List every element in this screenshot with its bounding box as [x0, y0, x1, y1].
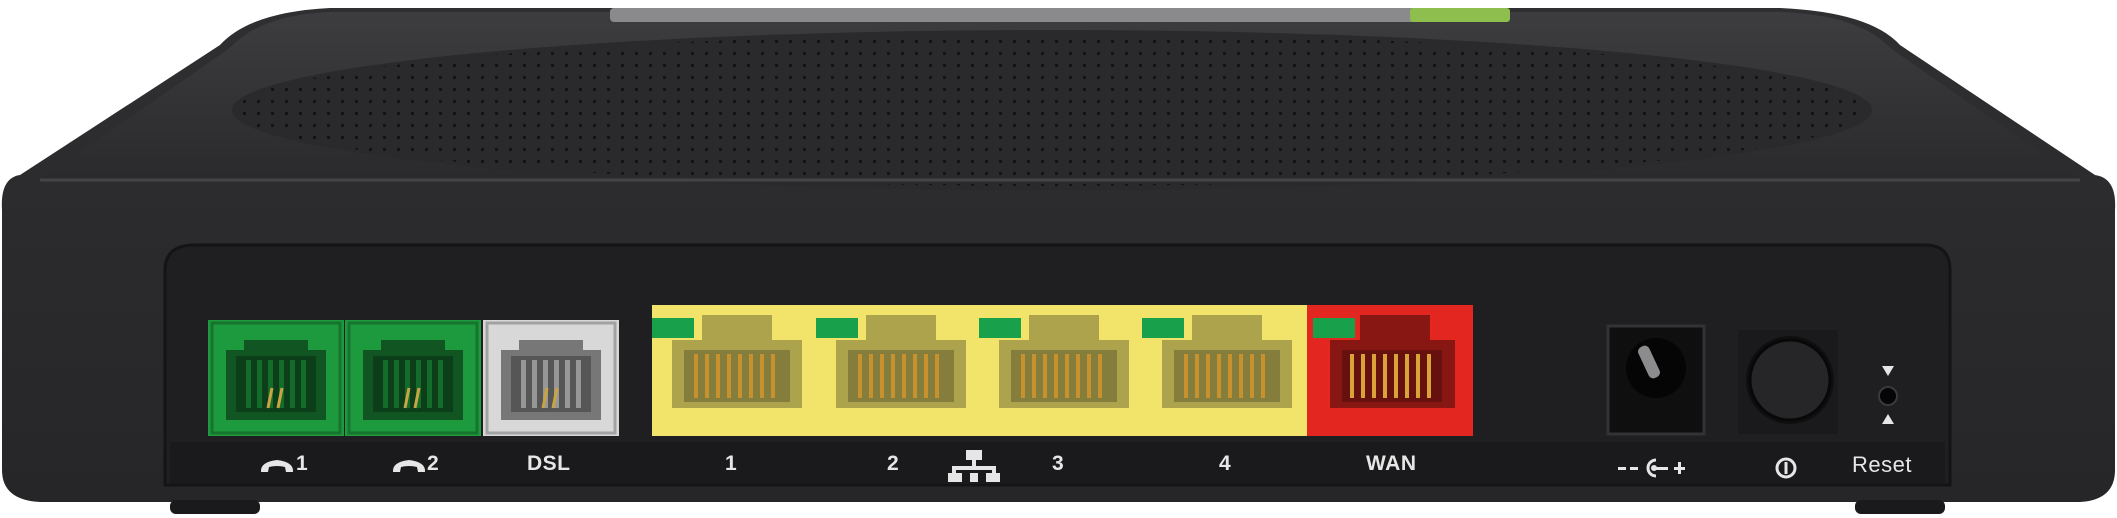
- network-icon: [948, 448, 1000, 489]
- dsl-label: DSL: [527, 452, 571, 475]
- lan3-label: 3: [1052, 452, 1065, 475]
- lan1-led: [652, 318, 694, 338]
- wan-led: [1313, 318, 1355, 338]
- foot-right: [1855, 500, 1945, 514]
- phone2-port[interactable]: [345, 320, 481, 436]
- wan-label: WAN: [1366, 452, 1417, 475]
- reset-label: Reset: [1852, 452, 1912, 477]
- power-icon: [1774, 456, 1798, 485]
- router-illustration: [1, 8, 2116, 514]
- lan2-led: [816, 318, 858, 338]
- dc-polarity-icon: [1618, 456, 1688, 485]
- dsl-port[interactable]: [483, 320, 619, 436]
- dc-jack[interactable]: [1606, 324, 1706, 436]
- power-button[interactable]: [1738, 330, 1838, 434]
- lan3-led: [979, 318, 1021, 338]
- phone1-port[interactable]: [208, 320, 344, 436]
- lan2-label: 2: [887, 452, 900, 475]
- lan4-label: 4: [1219, 452, 1232, 475]
- lan4-led: [1142, 318, 1184, 338]
- phone-handset-icon: [390, 456, 428, 481]
- foot-left: [170, 500, 260, 514]
- lan1-label: 1: [725, 452, 738, 475]
- status-bar: [610, 8, 1510, 22]
- phone2-label: 2: [427, 452, 440, 475]
- phone1-label: 1: [296, 452, 309, 475]
- phone-handset-icon: [258, 456, 296, 481]
